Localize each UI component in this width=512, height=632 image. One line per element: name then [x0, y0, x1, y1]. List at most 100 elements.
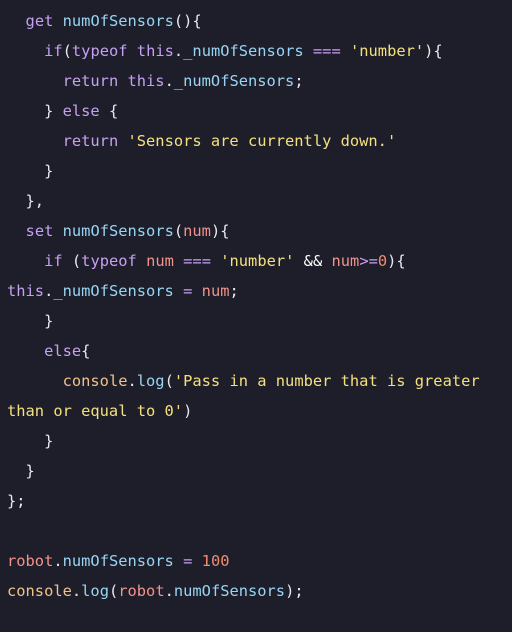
code-token: ; — [229, 282, 239, 300]
code-token: typeof — [81, 252, 137, 270]
code-token: . — [71, 582, 82, 600]
code-line: } — [7, 426, 53, 456]
code-token: = — [183, 282, 193, 300]
code-token: }; — [7, 492, 26, 510]
code-token: { — [99, 102, 119, 120]
code-token: robot — [7, 552, 54, 570]
code-token: console — [7, 582, 72, 600]
code-token: robot — [118, 582, 165, 600]
code-token: } — [7, 432, 54, 450]
code-token: 'Sensors are currently down.' — [127, 132, 397, 150]
code-line: console.log(robot.numOfSensors); — [7, 576, 304, 606]
code-token: 100 — [201, 552, 230, 570]
code-token: . — [164, 72, 174, 90]
code-token: ){ — [387, 252, 406, 270]
code-block: get numOfSensors(){ if(typeof this._numO… — [0, 0, 512, 632]
code-line: } — [7, 456, 35, 486]
code-token: === — [312, 42, 341, 60]
code-token: this — [7, 282, 45, 300]
code-token: than or equal to 0' — [7, 402, 184, 420]
code-token: ( — [108, 582, 119, 600]
code-line: this._numOfSensors = num; — [7, 276, 239, 306]
code-line: if(typeof this._numOfSensors === 'number… — [7, 36, 443, 66]
code-token: } — [7, 312, 54, 330]
code-line: robot.numOfSensors = 100 — [7, 546, 229, 576]
code-token: . — [173, 42, 184, 60]
code-token: if — [44, 252, 63, 270]
code-token: . — [127, 372, 137, 390]
code-token: ( — [62, 252, 82, 270]
code-line: get numOfSensors(){ — [7, 6, 202, 36]
code-token: typeof — [71, 42, 128, 60]
code-token: { — [81, 342, 91, 360]
code-token: === — [183, 252, 211, 270]
code-line: return this._numOfSensors; — [7, 66, 304, 96]
code-token: log — [136, 372, 165, 390]
code-line: }, — [7, 186, 45, 216]
code-token: ) — [183, 402, 193, 420]
code-token: && — [303, 252, 323, 270]
code-token: _numOfSensors — [183, 42, 304, 60]
code-token: numOfSensors — [62, 552, 174, 570]
code-token: 'Pass in a number that is greater — [173, 372, 480, 390]
code-token: set — [25, 222, 54, 240]
code-token: return — [62, 72, 119, 90]
code-token: this — [136, 42, 174, 60]
code-token: . — [53, 552, 63, 570]
code-token: ( — [164, 372, 174, 390]
code-line: else{ — [7, 336, 90, 366]
code-token: . — [164, 582, 174, 600]
code-line: } — [7, 306, 53, 336]
code-token: ); — [285, 582, 304, 600]
code-line: than or equal to 0') — [7, 396, 192, 426]
code-token: ( — [173, 222, 184, 240]
code-token: 'number' — [350, 42, 425, 60]
code-token: num — [331, 252, 360, 270]
code-line: } — [7, 156, 53, 186]
code-token: } — [7, 102, 63, 120]
code-line: }; — [7, 486, 26, 516]
code-token: = — [183, 552, 193, 570]
code-token: ){ — [424, 42, 443, 60]
code-line: } else { — [7, 96, 118, 126]
code-token: num — [183, 222, 211, 240]
code-token: numOfSensors — [173, 582, 286, 600]
code-token: _numOfSensors — [173, 72, 295, 90]
code-token: }, — [7, 192, 45, 210]
code-token: if — [44, 42, 63, 60]
code-token: this — [127, 72, 165, 90]
code-line: return 'Sensors are currently down.' — [7, 126, 397, 156]
code-token: ( — [62, 42, 72, 60]
code-token: num — [201, 282, 230, 300]
code-token: >= — [359, 252, 378, 270]
code-token: numOfSensors — [62, 222, 174, 240]
code-line: if (typeof num === 'number' && num>=0){ — [7, 246, 406, 276]
code-line: set numOfSensors(num){ — [7, 216, 230, 246]
code-token: _numOfSensors — [53, 282, 174, 300]
code-token: 0 — [377, 252, 388, 270]
code-token: console — [62, 372, 128, 390]
code-token: . — [44, 282, 54, 300]
code-token: log — [81, 582, 109, 600]
